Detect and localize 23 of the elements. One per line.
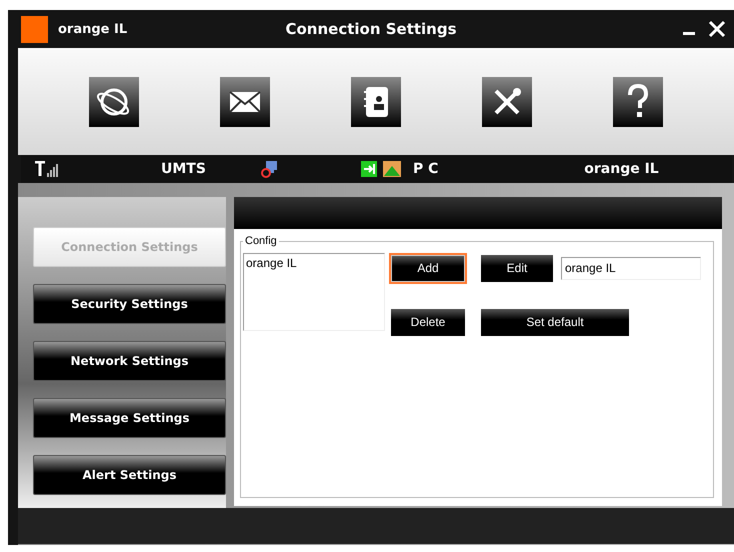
- signal-icon: [34, 161, 60, 177]
- logo: [21, 16, 48, 42]
- brand-name: orange IL: [58, 22, 128, 36]
- group-label: Config: [244, 235, 278, 247]
- arrow-in-icon: [361, 161, 377, 177]
- action-button[interactable]: Set default: [481, 308, 629, 336]
- sidebar-item[interactable]: Alert Settings: [33, 455, 226, 495]
- connection-mode: P C: [413, 161, 438, 177]
- window-title: Connection Settings: [284, 20, 458, 38]
- operator-name: orange IL: [584, 161, 659, 177]
- action-button[interactable]: Delete: [391, 308, 465, 336]
- action-button[interactable]: Add: [391, 254, 465, 282]
- list-item[interactable]: orange IL: [246, 256, 382, 270]
- sidebar-item[interactable]: Message Settings: [33, 398, 226, 438]
- network-type: UMTS: [161, 161, 206, 177]
- close-icon[interactable]: [708, 20, 726, 38]
- sidebar-item[interactable]: Security Settings: [33, 284, 226, 324]
- name-field[interactable]: orange IL: [561, 256, 701, 280]
- sidebar-item[interactable]: Network Settings: [33, 341, 226, 381]
- action-button[interactable]: Edit: [481, 254, 553, 282]
- profile-list[interactable]: orange IL: [243, 253, 385, 331]
- computer-icon: [261, 160, 279, 178]
- mountain-icon: [383, 161, 401, 177]
